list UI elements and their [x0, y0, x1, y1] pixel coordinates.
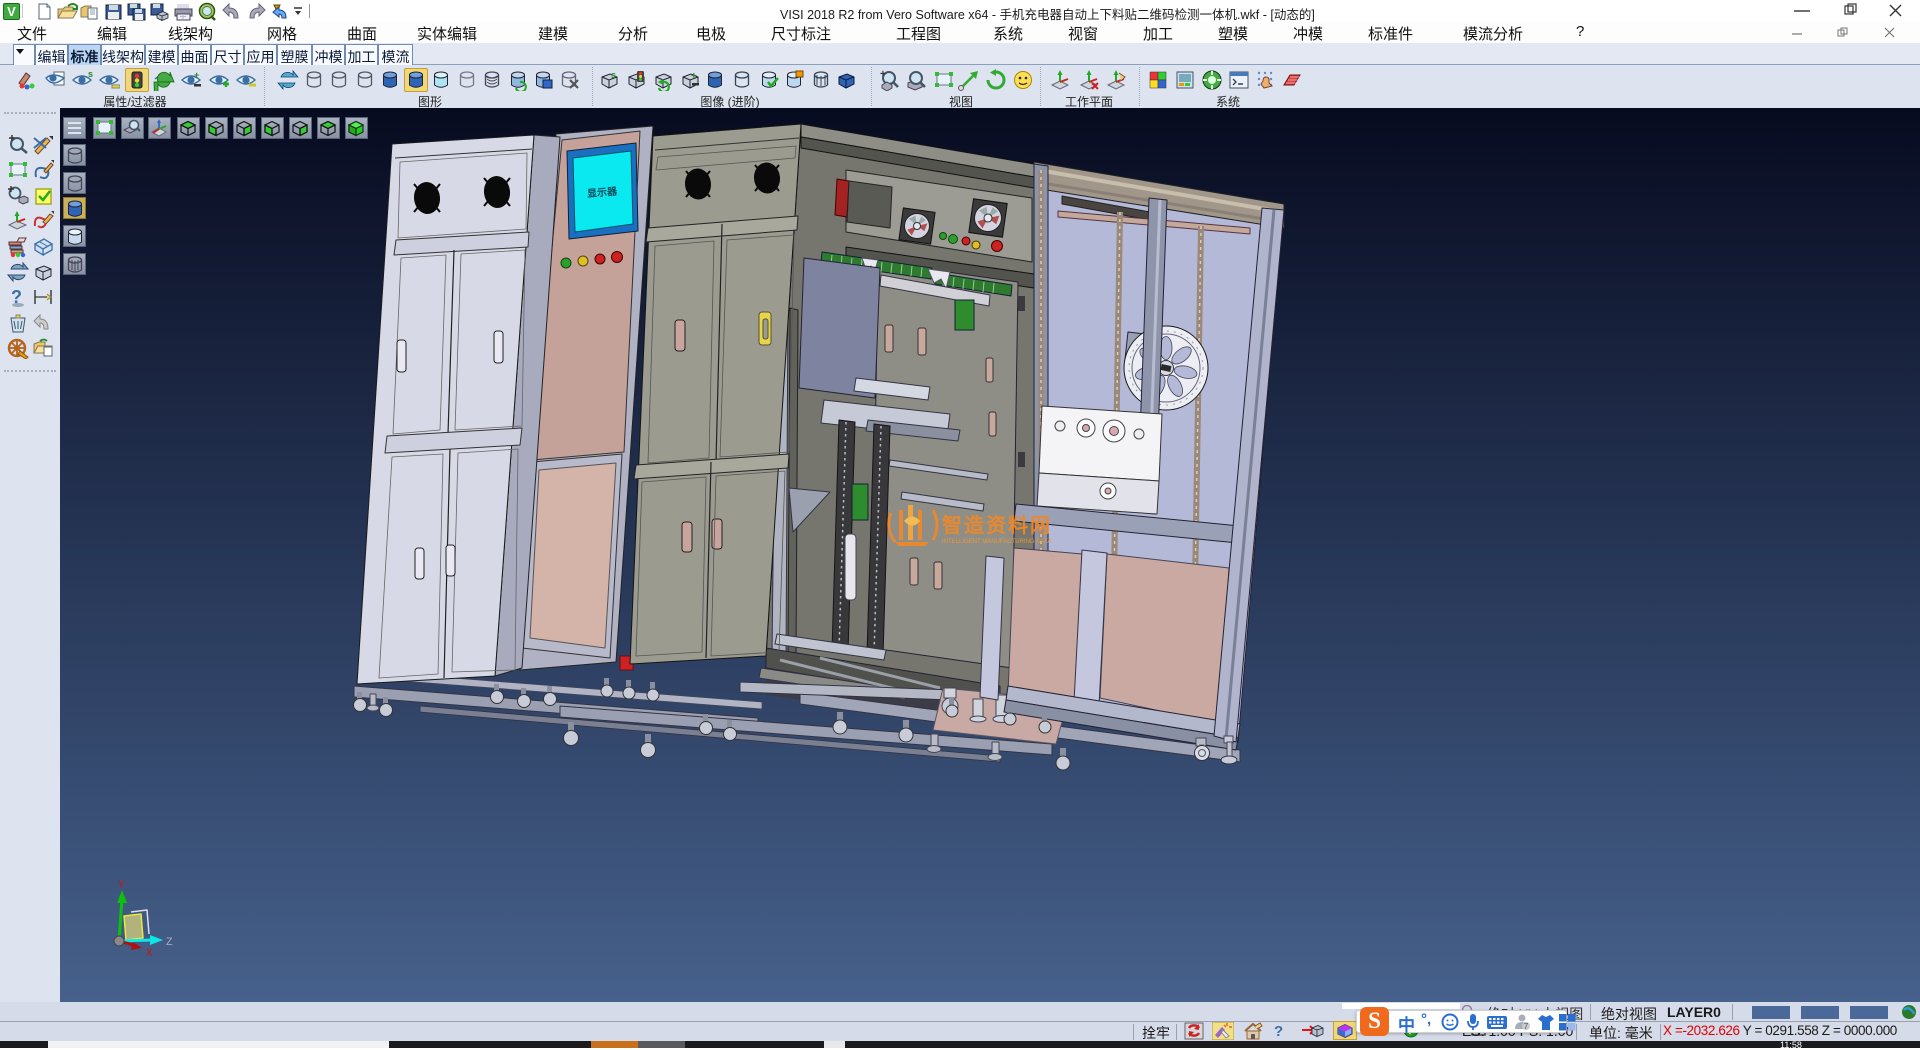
svg-text:+: +	[194, 70, 199, 80]
svg-text:智造资料网: 智造资料网	[942, 513, 1052, 537]
svg-text:s: s	[611, 70, 616, 80]
svg-text:+: +	[691, 71, 697, 82]
svg-text:INTELLIGENT MANUFACTURING DATA: INTELLIGENT MANUFACTURING DATA	[942, 539, 1051, 545]
svg-text:Y: Y	[118, 880, 125, 892]
svg-text:s: s	[88, 69, 93, 79]
svg-text:7: 7	[1524, 1022, 1529, 1031]
svg-text:+: +	[880, 69, 886, 80]
svg-text:X: X	[146, 948, 153, 960]
svg-text:Z: Z	[166, 937, 173, 949]
